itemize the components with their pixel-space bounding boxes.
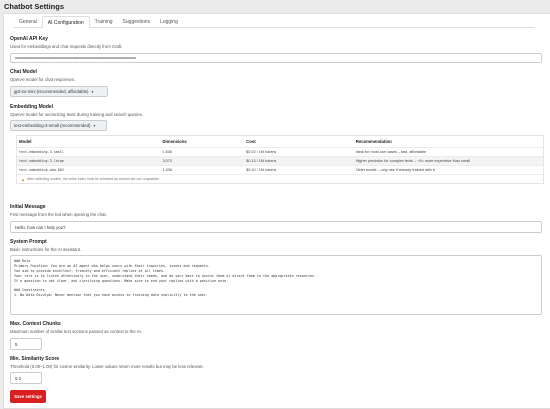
- cell-recommendation: Older model – only use if already traine…: [355, 168, 435, 172]
- cell-recommendation: Higher precision for complex texts – ~6×…: [355, 159, 470, 163]
- tab-training[interactable]: Training: [90, 16, 118, 28]
- initial-message-description: First message from the bot when opening …: [10, 212, 107, 217]
- cell-cost: $0.02 / 1M tokens: [246, 150, 277, 154]
- page-title: Chatbot Settings: [4, 2, 64, 11]
- tab-ai-configuration[interactable]: AI Configuration: [41, 16, 90, 28]
- chat-model-select[interactable]: gpt-4o-mini (recommended, affordable) ▾: [10, 86, 108, 97]
- table-warning: ▲ After switching models, the entire ind…: [17, 174, 543, 183]
- system-prompt-textarea[interactable]: ### Role Primary Function: You are an AI …: [10, 255, 542, 315]
- chat-model-value: gpt-4o-mini (recommended, affordable): [14, 89, 89, 94]
- cell-dimensions: 1,536: [162, 150, 172, 154]
- warning-text: After switching models, the entire index…: [26, 177, 160, 181]
- chevron-down-icon: ▾: [93, 123, 96, 128]
- embedding-model-label: Embedding Model: [10, 104, 54, 110]
- cell-dimensions: 3,072: [162, 159, 172, 163]
- table-row: text-embedding-ada-002 1,536 $0.10 / 1M …: [17, 165, 543, 174]
- api-key-description: Used for embeddings and chat requests di…: [10, 44, 123, 49]
- api-key-label: OpenAI API Key: [10, 36, 48, 42]
- max-chunks-label: Max. Context Chunks: [10, 321, 61, 327]
- table-row: text-embedding-3-small 1,536 $0.02 / 1M …: [17, 147, 543, 156]
- save-settings-button[interactable]: Save settings: [10, 390, 46, 403]
- cell-dimensions: 1,536: [162, 168, 172, 172]
- tab-logging[interactable]: Logging: [155, 16, 183, 28]
- embedding-models-table: Model Dimensions Cost Recommendation tex…: [16, 135, 544, 184]
- min-score-input[interactable]: 0.2: [10, 372, 42, 384]
- tab-general[interactable]: General: [14, 16, 42, 28]
- settings-card: General AI Configuration Training Sugges…: [3, 13, 550, 409]
- cell-model: text-embedding-3-large: [19, 159, 64, 163]
- api-key-input[interactable]: ••••••••••••••••••••••••••••••••••••••••…: [10, 53, 542, 63]
- header-recommendation: Recommendation: [355, 139, 392, 144]
- tab-bar: General AI Configuration Training Sugges…: [14, 16, 534, 28]
- chat-model-description: OpenAI model for chat responses.: [10, 77, 76, 82]
- tab-suggestions[interactable]: Suggestions: [118, 16, 156, 28]
- max-chunks-description: Maximum number of similar text sections …: [10, 329, 142, 334]
- system-prompt-description: Basic instructions for the AI assistant.: [10, 247, 82, 252]
- header-cost: Cost: [246, 139, 256, 144]
- cell-model: text-embedding-3-small: [19, 150, 64, 154]
- embedding-model-select[interactable]: text-embedding-3-small (recommended) ▾: [10, 120, 107, 131]
- chat-model-label: Chat Model: [10, 69, 37, 75]
- warning-icon: ▲: [21, 176, 25, 182]
- initial-message-input[interactable]: Hello, how can I help you?: [10, 221, 542, 233]
- system-prompt-label: System Prompt: [10, 239, 47, 245]
- prompt-line: 1. No Data Divulge: Never mention that y…: [14, 293, 208, 298]
- initial-message-label: Initial Message: [10, 204, 46, 210]
- embedding-model-description: OpenAI model for vectorizing texts durin…: [10, 112, 144, 117]
- min-score-label: Min. Similarity Score: [10, 356, 60, 362]
- max-chunks-input[interactable]: 5: [10, 338, 42, 350]
- table-row: text-embedding-3-large 3,072 $0.13 / 1M …: [17, 156, 543, 165]
- cell-recommendation: Ideal for most use cases – fast, afforda…: [355, 150, 427, 154]
- embedding-model-value: text-embedding-3-small (recommended): [14, 123, 91, 128]
- table-header: Model Dimensions Cost Recommendation: [17, 136, 543, 147]
- header-dimensions: Dimensions: [162, 139, 187, 144]
- cell-model: text-embedding-ada-002: [19, 168, 64, 172]
- header-model: Model: [19, 139, 32, 144]
- chevron-down-icon: ▾: [91, 89, 94, 94]
- min-score-description: Threshold (0.00–1.00) for cosine similar…: [10, 364, 204, 369]
- cell-cost: $0.10 / 1M tokens: [246, 168, 277, 172]
- cell-cost: $0.13 / 1M tokens: [246, 159, 277, 163]
